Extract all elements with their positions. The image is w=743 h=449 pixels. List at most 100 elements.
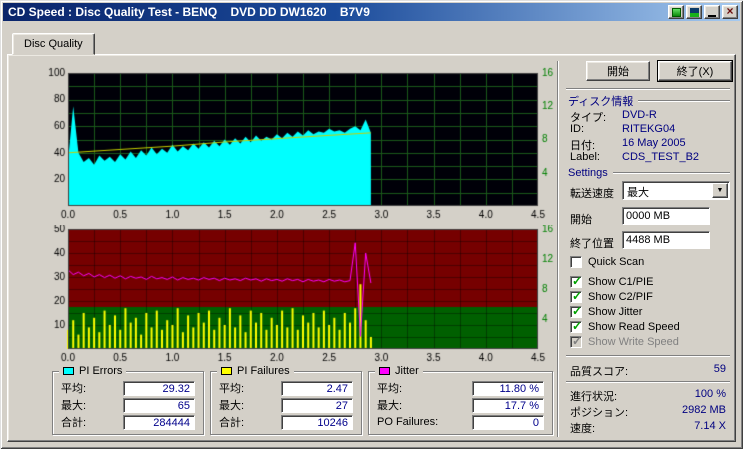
settings-header-label: Settings [568,167,608,179]
start-position-label: 開始 [570,214,592,226]
stat-row: PO Failures: 0 [377,414,544,430]
quality-score-value: 59 [713,363,726,375]
vertical-separator [557,61,559,437]
exit-button[interactable]: 終了(X) [657,60,733,82]
tab-label: Disc Quality [24,38,83,50]
graph-icon [671,7,681,17]
checkbox-box [570,274,582,288]
pi-failures-group: PI Failures 平均: 2.47 最大: 27 合計: 10246 [210,365,362,435]
save-icon [689,7,699,17]
stat-row: 最大: 17.7 % [377,397,544,413]
stat-label: 合計: [61,417,87,429]
stat-row: 平均: 11.80 % [377,380,544,396]
pi-errors-read-speed-chart [34,67,579,225]
minimize-icon [708,14,716,17]
pi-errors-swatch [63,367,74,375]
transfer-speed-label: 転送速度 [570,188,614,200]
right-panel: 開始 終了(X) ディスク情報 タイプ: DVD-R ID: RITEKG04 … [564,55,734,443]
jitter-legend: Jitter [375,365,423,377]
checkbox-label: Show Write Speed [588,336,679,348]
stat-value: 11.80 % [472,380,544,396]
checkbox-label: Show Jitter [588,306,643,318]
quality-score-label: 品質スコア: [570,366,629,378]
position-value: 2982 MB [681,404,726,416]
checkbox-quick-scan[interactable]: Quick Scan [570,255,644,269]
disc-info-header-label: ディスク情報 [568,96,634,108]
stat-label: 合計: [219,417,245,429]
checkbox-show-jitter[interactable]: Show Jitter [570,304,643,319]
position-label: ポジション: [570,407,629,419]
jitter-swatch [379,367,390,375]
disc-type-value: DVD-R [622,109,657,121]
pi-failures-legend: PI Failures [217,365,294,377]
stat-value: 2.47 [281,380,353,396]
stat-row: 合計: 284444 [61,414,195,430]
stat-value: 27 [281,397,353,413]
pi-errors-legend: PI Errors [59,365,127,377]
stat-value: 10246 [281,414,353,430]
stat-row: 平均: 29.32 [61,380,195,396]
stat-row: 最大: 65 [61,397,195,413]
stat-row: 最大: 27 [219,397,353,413]
pi-failures-title: PI Failures [237,365,290,377]
disc-id-value: RITEKG04 [622,123,676,135]
jitter-title: Jitter [395,365,419,377]
start-position-input[interactable] [622,207,710,225]
minimize-button[interactable] [704,5,720,19]
end-position-label: 終了位置 [570,238,614,250]
progress-value: 100 % [694,388,726,400]
transfer-speed-value: 最大 [627,187,649,199]
tab-disc-quality[interactable]: Disc Quality [12,33,95,55]
checkbox-label: Show C1/PIE [588,276,654,288]
checkbox-box [570,319,582,333]
header-rule [612,172,730,174]
stat-label: PO Failures: [377,416,439,428]
settings-header: Settings [568,167,730,179]
pi-errors-group: PI Errors 平均: 29.32 最大: 65 合計: 284444 [52,365,204,435]
checkbox-show-c1-pie[interactable]: Show C1/PIE [570,274,654,289]
speed-value: 7.14 X [694,420,726,432]
disc-id-label: ID: [570,123,585,135]
checkbox-box [570,289,582,303]
checkbox-label: Show C2/PIF [588,291,653,303]
close-button[interactable]: × [722,5,738,19]
separator [566,88,730,90]
checkbox-box [570,334,582,348]
pi-failures-swatch [221,367,232,375]
separator [566,381,730,383]
header-rule [638,100,730,102]
disc-label-label: Label: [570,151,600,163]
transfer-speed-select[interactable]: 最大 ▼ [622,181,730,200]
checkbox-label: Show Read Speed [588,321,680,333]
start-button[interactable]: 開始 [586,61,650,81]
checkbox-show-c2-pif[interactable]: Show C2/PIF [570,289,653,304]
dropdown-button[interactable]: ▼ [712,183,728,198]
pi-errors-title: PI Errors [79,365,123,377]
progress-label: 進行状況: [570,391,618,403]
titlebar-graph-icon-button[interactable] [668,5,684,19]
stat-row: 平均: 2.47 [219,380,353,396]
stat-value: 284444 [123,414,195,430]
chevron-down-icon: ▼ [716,187,724,194]
titlebar-save-icon-button[interactable] [686,5,702,19]
stat-label: 平均: [61,383,87,395]
checkbox-show-write-speed[interactable]: Show Write Speed [570,334,679,349]
window-title: CD Speed : Disc Quality Test - BENQ DVD … [8,5,370,19]
stat-label: 最大: [219,400,245,412]
disc-date-value: 16 May 2005 [622,137,686,149]
app-window: CD Speed : Disc Quality Test - BENQ DVD … [0,0,743,449]
checkbox-box [570,304,582,318]
stat-value: 17.7 % [472,397,544,413]
stat-value: 0 [472,414,544,430]
disc-label-value: CDS_TEST_B2 [622,151,700,163]
speed-label: 速度: [570,423,596,435]
checkbox-label: Quick Scan [588,256,645,268]
checkbox-box [570,256,582,268]
end-position-input[interactable] [622,231,710,249]
checkbox-show-read-speed[interactable]: Show Read Speed [570,319,680,334]
stat-label: 平均: [377,383,403,395]
titlebar-buttons: × [668,5,738,19]
stat-label: 平均: [219,383,245,395]
close-icon: × [726,4,734,18]
stat-label: 最大: [61,400,87,412]
